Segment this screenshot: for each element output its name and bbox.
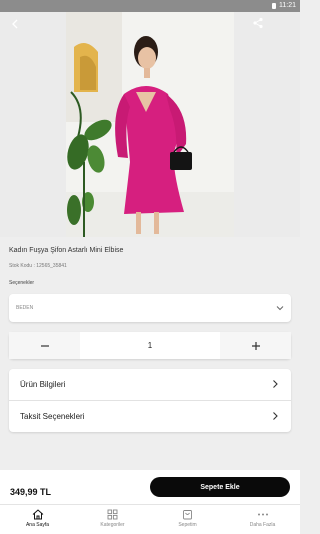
plus-icon [251,341,260,350]
tab-home[interactable]: Ana Sayfa [0,505,75,534]
battery-icon [272,3,276,9]
decrease-button[interactable] [9,332,80,359]
installment-options-row[interactable]: Taksit Seçenekleri [9,400,291,432]
chevron-down-icon [276,306,284,311]
back-button[interactable] [6,15,24,33]
chevron-right-icon [273,380,278,388]
size-select[interactable]: BEDEN [9,294,291,322]
tab-cart[interactable]: Sepetim [150,505,225,534]
share-button[interactable] [249,14,267,32]
grid-icon [107,509,118,520]
model-photo [66,12,234,237]
chevron-right-icon [273,412,278,420]
share-icon [253,17,263,29]
options-label: Seçenekler [9,280,35,286]
tab-more-label: Daha Fazla [249,522,276,528]
installment-options-label: Taksit Seçenekleri [20,412,85,421]
home-icon [32,509,43,520]
product-title: Kadın Fuşya Şifon Astarlı Mini Elbise [9,247,124,254]
product-price: 349,99 TL [10,487,52,497]
quantity-stepper: 1 [9,332,291,359]
size-select-label: BEDEN [16,305,34,311]
status-bar: 11:21 [0,0,300,12]
chevron-left-icon [12,19,18,29]
cart-bar: 349,99 TL Sepete Ekle [0,470,300,504]
tab-more[interactable]: Daha Fazla [225,505,300,534]
add-to-cart-button[interactable]: Sepete Ekle [150,477,290,497]
product-sku: Stok Kodu : 12565_35841 [9,263,67,269]
tab-home-label: Ana Sayfa [25,522,50,528]
minus-icon [40,344,49,347]
bottom-nav: Ana Sayfa Kategoriler Sepetim Daha Fazla [0,504,300,534]
tab-categories[interactable]: Kategoriler [75,505,150,534]
tab-cart-label: Sepetim [178,522,197,528]
increase-button[interactable] [220,332,291,359]
product-image[interactable] [66,12,234,237]
more-icon [257,513,268,516]
quantity-value[interactable]: 1 [80,332,220,359]
info-list: Ürün Bilgileri Taksit Seçenekleri [9,369,291,432]
status-time: 11:21 [279,2,296,9]
tab-categories-label: Kategoriler [100,522,125,528]
product-info-row[interactable]: Ürün Bilgileri [9,369,291,400]
bag-icon [183,510,192,520]
product-info-label: Ürün Bilgileri [20,380,66,389]
